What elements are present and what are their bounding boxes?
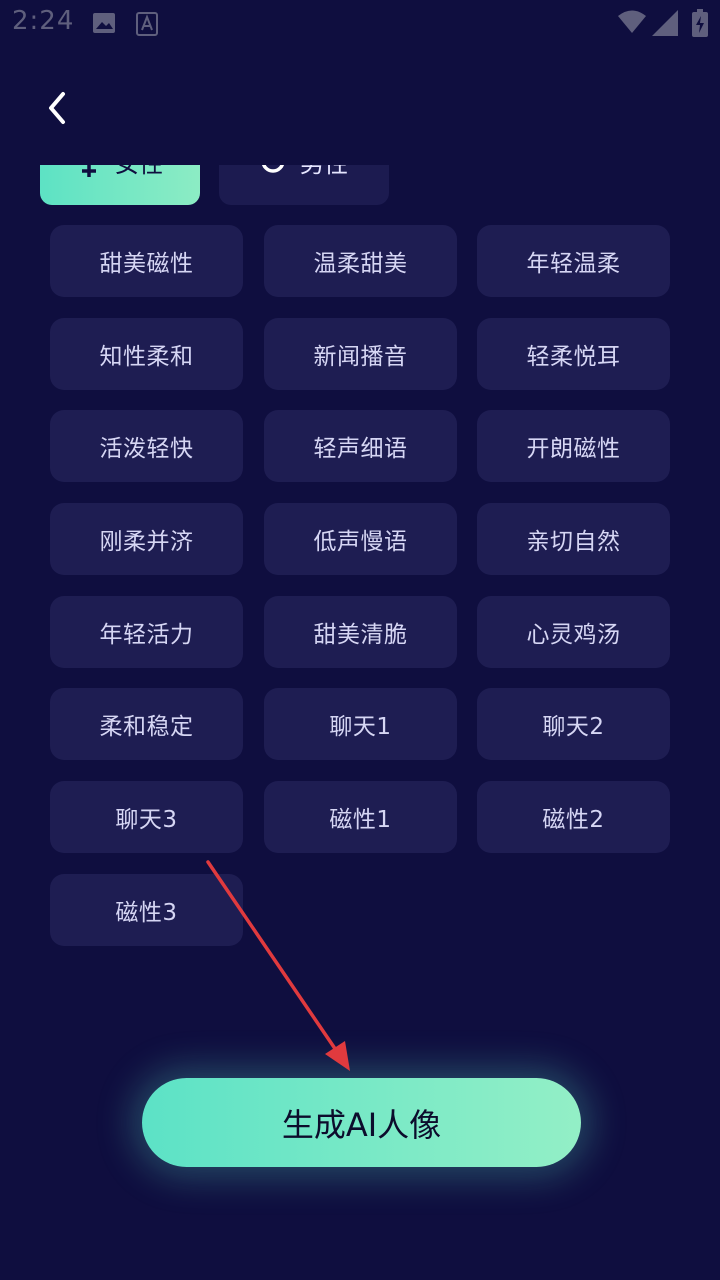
voice-option[interactable]: 知性柔和 [50, 318, 243, 390]
signal-icon [652, 10, 678, 40]
voice-option[interactable]: 心灵鸡汤 [477, 596, 670, 668]
voice-option[interactable]: 年轻温柔 [477, 225, 670, 297]
voice-option[interactable]: 年轻活力 [50, 596, 243, 668]
voice-option[interactable]: 轻声细语 [264, 410, 457, 482]
voice-option[interactable]: 活泼轻快 [50, 410, 243, 482]
status-time: 2:24 [12, 6, 75, 36]
voice-option[interactable]: 开朗磁性 [477, 410, 670, 482]
status-bar: 2:24 [0, 0, 720, 50]
voice-option[interactable]: 低声慢语 [264, 503, 457, 575]
radio-circle-icon [260, 165, 286, 180]
voice-option[interactable]: 温柔甜美 [264, 225, 457, 297]
tab-female-label: 女性 [115, 165, 163, 176]
image-notification-icon [92, 12, 116, 38]
voice-option[interactable]: 聊天2 [477, 688, 670, 760]
battery-icon [692, 9, 708, 41]
chevron-left-icon [49, 92, 65, 124]
tab-female[interactable]: 女性 [40, 165, 200, 205]
voice-option[interactable]: 柔和稳定 [50, 688, 243, 760]
voice-option[interactable]: 甜美清脆 [264, 596, 457, 668]
voice-option[interactable]: 聊天1 [264, 688, 457, 760]
a-notification-icon [136, 12, 158, 40]
voice-option[interactable]: 亲切自然 [477, 503, 670, 575]
tab-male-label: 男性 [300, 165, 348, 176]
gender-tabs: 女性 男性 [0, 165, 720, 207]
tab-male[interactable]: 男性 [219, 165, 389, 205]
female-symbol-icon [77, 165, 101, 184]
back-button[interactable] [28, 78, 88, 138]
voice-option[interactable]: 甜美磁性 [50, 225, 243, 297]
voice-option[interactable]: 新闻播音 [264, 318, 457, 390]
voice-option[interactable]: 轻柔悦耳 [477, 318, 670, 390]
voice-option[interactable]: 刚柔并济 [50, 503, 243, 575]
generate-ai-portrait-button[interactable]: 生成AI人像 [142, 1078, 581, 1167]
voice-option[interactable]: 磁性1 [264, 781, 457, 853]
wifi-icon [618, 10, 646, 38]
voice-option[interactable]: 聊天3 [50, 781, 243, 853]
voice-option[interactable]: 磁性2 [477, 781, 670, 853]
voice-option[interactable]: 磁性3 [50, 874, 243, 946]
